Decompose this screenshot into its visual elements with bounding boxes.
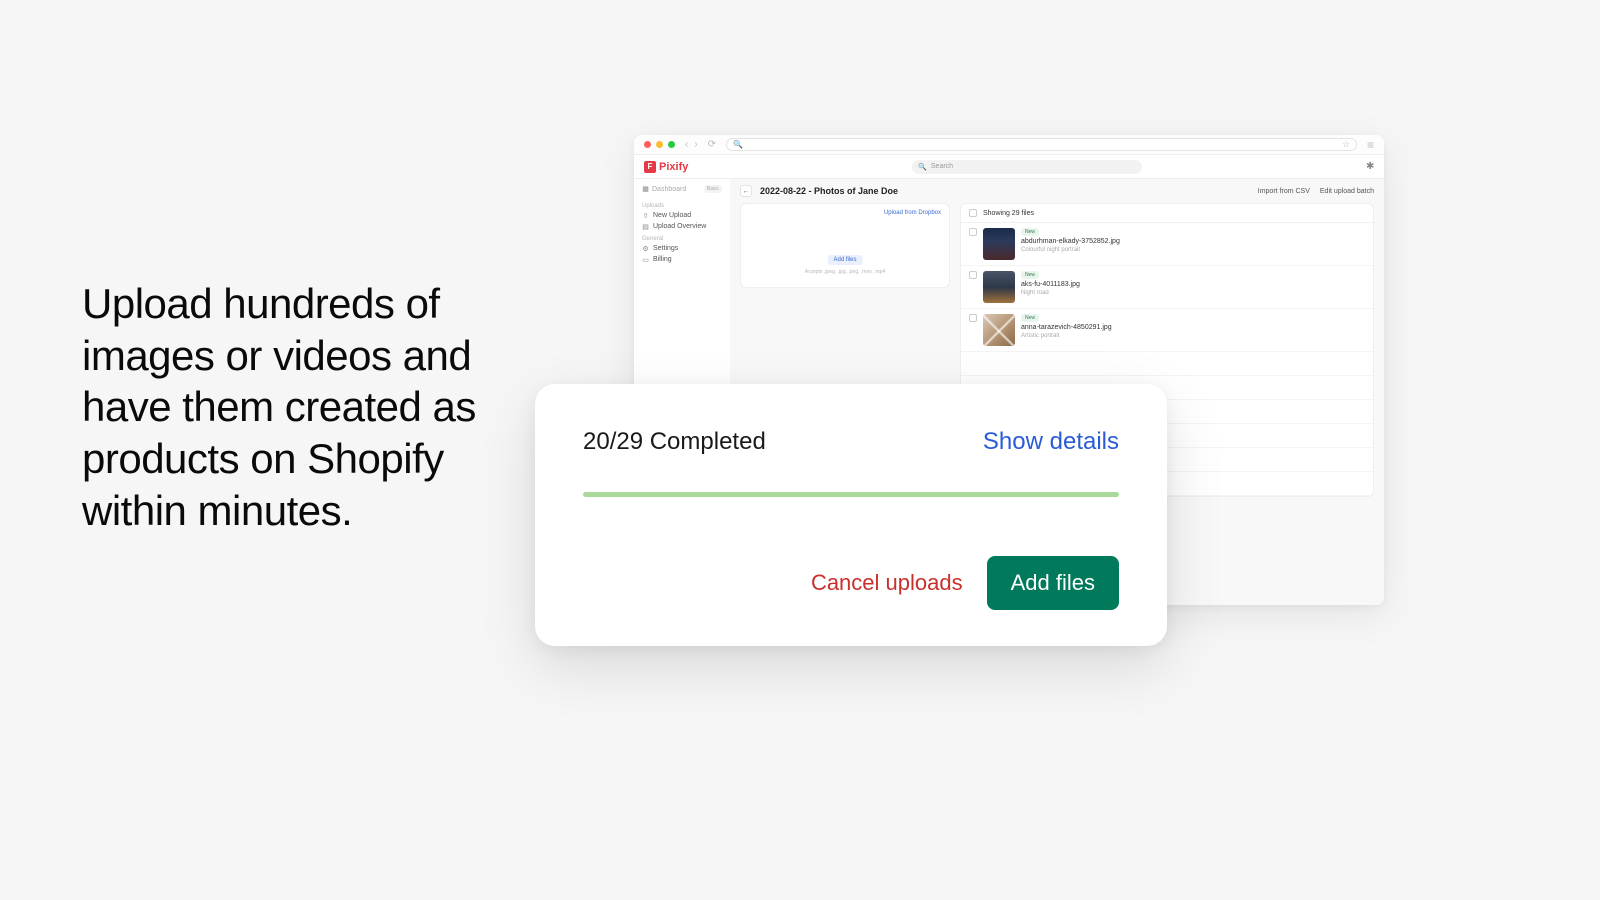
plan-badge: Basic	[704, 185, 722, 193]
row-checkbox[interactable]	[969, 314, 977, 322]
status-badge: New	[1021, 271, 1039, 279]
status-badge: New	[1021, 314, 1039, 322]
progress-bar	[583, 492, 1119, 497]
progress-text: 20/29 Completed	[583, 428, 766, 456]
file-name: anna-tarazevich-4850291.jpg	[1021, 324, 1112, 331]
sidebar-item-label: Upload Overview	[653, 223, 706, 230]
file-desc: Artistic portrait	[1021, 333, 1112, 339]
url-bar[interactable]: 🔍 ☆	[726, 138, 1357, 151]
sidebar-item-label: New Upload	[653, 212, 691, 219]
minimize-window-icon[interactable]	[656, 141, 663, 148]
sidebar-group-general: General	[642, 236, 722, 242]
upload-dropbox-link[interactable]: Upload from Dropbox	[884, 210, 941, 216]
app-menu-icon[interactable]: ✱	[1366, 161, 1374, 172]
file-name: abdurhman-elkady-3752852.jpg	[1021, 238, 1120, 245]
app-header: F Pixify 🔍 Search ✱	[634, 155, 1384, 179]
close-window-icon[interactable]	[644, 141, 651, 148]
list-item[interactable]: New aks-fu-4011183.jpg Night road	[961, 266, 1373, 309]
marketing-headline: Upload hundreds of images or videos and …	[82, 278, 542, 536]
sidebar-item-label: Dashboard	[652, 186, 686, 193]
upload-icon: ⇧	[642, 212, 649, 219]
list-item	[961, 352, 1373, 376]
add-files-button[interactable]: Add files	[987, 556, 1119, 610]
overview-icon: ▤	[642, 223, 649, 230]
row-checkbox[interactable]	[969, 228, 977, 236]
brand-name: Pixify	[659, 161, 688, 173]
sidebar-group-uploads: Uploads	[642, 203, 722, 209]
show-details-link[interactable]: Show details	[983, 428, 1119, 456]
arrow-left-icon: ←	[743, 188, 750, 195]
sidebar-item-upload-overview[interactable]: ▤ Upload Overview	[642, 223, 722, 230]
brand-logo-icon: F	[644, 161, 656, 173]
maximize-window-icon[interactable]	[668, 141, 675, 148]
thumbnail	[983, 228, 1015, 260]
upload-dropzone[interactable]: Upload from Dropbox Add files Accepts .j…	[740, 203, 950, 288]
back-icon[interactable]: ‹	[685, 139, 688, 150]
upload-progress-modal: 20/29 Completed Show details Cancel uplo…	[535, 384, 1167, 646]
back-button[interactable]: ←	[740, 185, 752, 197]
list-item[interactable]: New abdurhman-elkady-3752852.jpg Colourf…	[961, 223, 1373, 266]
search-placeholder: Search	[931, 163, 953, 170]
billing-icon: ▭	[642, 256, 649, 263]
cancel-uploads-button[interactable]: Cancel uploads	[811, 570, 963, 596]
search-icon: 🔍	[918, 163, 927, 171]
brand[interactable]: F Pixify	[644, 161, 688, 173]
sidebar-item-new-upload[interactable]: ⇧ New Upload	[642, 212, 722, 219]
status-badge: New	[1021, 228, 1039, 236]
browser-titlebar: ‹ › ⟳ 🔍 ☆ ≡	[634, 135, 1384, 155]
reload-icon[interactable]: ⟳	[708, 139, 716, 150]
window-controls	[644, 141, 675, 148]
dashboard-icon: ▦	[642, 186, 649, 193]
add-files-button[interactable]: Add files	[827, 255, 862, 265]
list-item[interactable]: New anna-tarazevich-4850291.jpg Artistic…	[961, 309, 1373, 352]
file-desc: Colourful night portrait	[1021, 247, 1120, 253]
sidebar-item-settings[interactable]: ⚙ Settings	[642, 245, 722, 252]
menu-icon[interactable]: ≡	[1367, 138, 1374, 152]
bookmark-icon[interactable]: ☆	[1342, 139, 1350, 150]
sidebar-item-dashboard[interactable]: ▦ Dashboard	[642, 186, 686, 193]
file-name: aks-fu-4011183.jpg	[1021, 281, 1080, 288]
list-header-text: Showing 29 files	[983, 210, 1034, 217]
search-icon: 🔍	[733, 140, 743, 149]
dropzone-hint: Accepts .jpeg, .jpg, .png, .mov, .mp4	[805, 269, 886, 275]
file-desc: Night road	[1021, 290, 1080, 296]
select-all-checkbox[interactable]	[969, 209, 977, 217]
row-checkbox[interactable]	[969, 271, 977, 279]
sidebar-item-label: Billing	[653, 256, 672, 263]
thumbnail	[983, 271, 1015, 303]
page-title: 2022-08-22 - Photos of Jane Doe	[760, 186, 898, 196]
edit-batch-link[interactable]: Edit upload batch	[1320, 188, 1374, 195]
import-csv-link[interactable]: Import from CSV	[1258, 188, 1310, 195]
sidebar-item-label: Settings	[653, 245, 678, 252]
thumbnail	[983, 314, 1015, 346]
sidebar-item-billing[interactable]: ▭ Billing	[642, 256, 722, 263]
forward-icon[interactable]: ›	[694, 139, 697, 150]
app-search[interactable]: 🔍 Search	[912, 160, 1142, 174]
gear-icon: ⚙	[642, 245, 649, 252]
